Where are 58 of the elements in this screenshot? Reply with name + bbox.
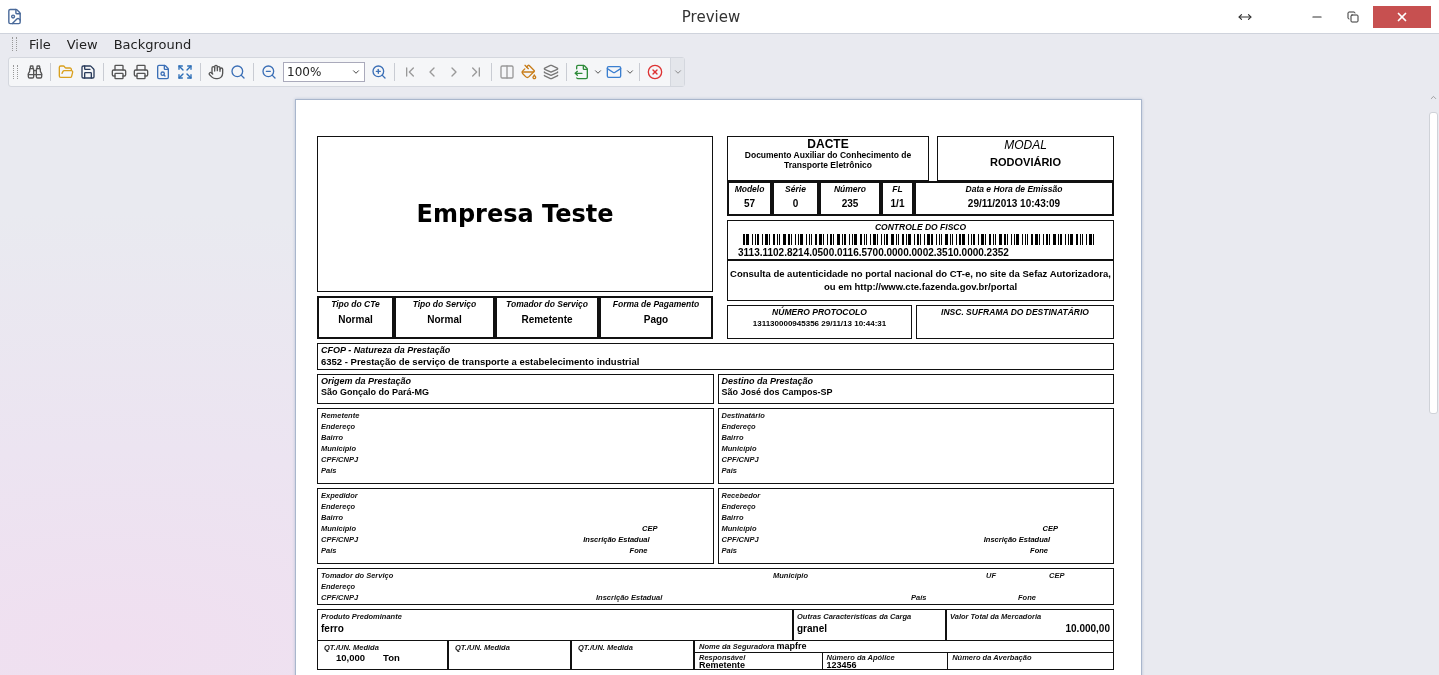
caret-icon [593, 67, 603, 77]
menu-item[interactable]: Background [113, 36, 192, 52]
field-label: CFOP - Natureza da Prestação [321, 344, 451, 356]
field-value: 131130000945356 29/11/13 10:44:31 [752, 319, 887, 330]
field-value: Remetente [699, 661, 745, 669]
caret-icon [672, 67, 683, 77]
field-label: CONTROLE DO FISCO [874, 222, 967, 233]
field-label: Modelo [734, 184, 765, 195]
field-value: Normal [427, 313, 462, 326]
field-label: Número [833, 184, 867, 195]
field-value: São Gonçalo do Pará-MG [321, 386, 430, 399]
field-value: Ton [383, 652, 400, 663]
field-label: Forma de Pagamento [612, 298, 700, 309]
restore-icon [1347, 11, 1359, 23]
field-value: 29/11/2013 10:43:09 [967, 197, 1061, 211]
menu-item[interactable]: File [29, 36, 51, 52]
field-label: Origem da Prestação [321, 375, 412, 387]
window-title: Preview [680, 7, 742, 26]
consulta-text: Consulta de autenticidade no portal nacional do CT-e, no site da Sefaz Autorizadora, ou em http://www.cte.fazenda.gov.br/portal [730, 267, 1111, 294]
field-label: INSC. SUFRAMA DO DESTINATÁRIO [941, 306, 1089, 317]
field-value: Remetente [521, 313, 573, 326]
field-value: Pago [643, 313, 669, 326]
field-value: 6352 - Prestação de serviço de transporte a estabelecimento industrial [321, 355, 640, 368]
field-value: RODOVIÁRIO [990, 155, 1061, 170]
close-icon [1395, 10, 1409, 24]
field-value: ferro [321, 621, 344, 635]
field-value: 123456 [826, 661, 857, 669]
field-label: Data e Hora de Emissão [965, 184, 1063, 195]
field-label: Série [785, 184, 806, 195]
field-value: granel [797, 621, 827, 635]
scroll-up-icon[interactable] [1428, 93, 1438, 102]
field-label: Tipo do CTe [331, 298, 380, 309]
field-label: NÚMERO PROTOCOLO [772, 306, 867, 317]
field-value: São José dos Campos-SP [721, 386, 833, 399]
field-value: 235 [841, 197, 859, 211]
access-key: 3113.1102.8214.0500.0116.5700.0000.0002.3510.0000.2352 [738, 247, 1009, 259]
scrollbar-thumb[interactable] [1428, 112, 1438, 414]
field-label: MODAL [1004, 138, 1047, 153]
document-subtitle: Documento Auxiliar do Conhecimento de Transporte Eletrônico [743, 150, 913, 171]
field-value: 57 [743, 197, 756, 211]
field-label: FL [892, 184, 903, 195]
app-icon [6, 8, 23, 25]
field-value: mapfre [776, 640, 807, 652]
caret-icon [625, 67, 635, 77]
close-button[interactable] [1373, 6, 1431, 28]
company-name: Empresa Teste [416, 199, 614, 228]
field-label: Tipo do Serviço [412, 298, 477, 309]
field-value: 0 [792, 197, 799, 211]
field-value: Normal [338, 313, 373, 326]
field-value: 10.000,00 [1065, 621, 1110, 635]
caret-icon [351, 67, 361, 77]
field-value: 1/1 [890, 197, 905, 211]
zoom-dropdown[interactable]: 100% [283, 62, 365, 82]
menu-item[interactable]: View [66, 36, 98, 52]
field-label: Tomador do Serviço [506, 298, 588, 309]
document-title: DACTE [807, 138, 849, 150]
field-label: Destino da Prestação [721, 375, 814, 387]
field-value: 10,000 [336, 652, 366, 663]
